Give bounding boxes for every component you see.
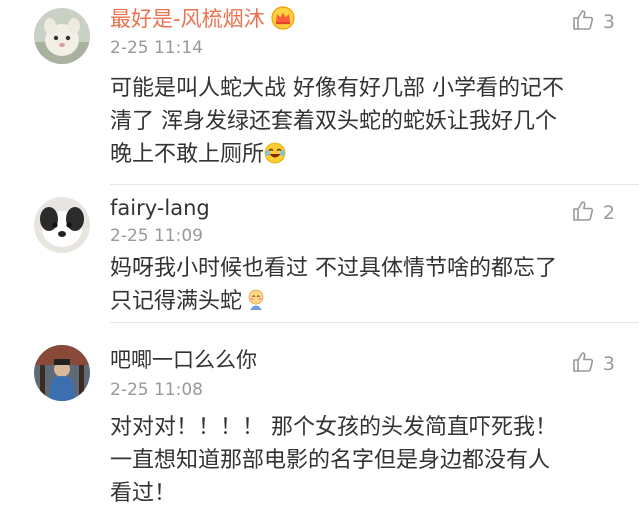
username[interactable]: fairy-lang	[110, 193, 210, 223]
username[interactable]: 吧唧一口么么你	[110, 345, 257, 375]
comment-line: 对对对！！！！ 那个女孩的头发简直吓死我！	[110, 415, 557, 440]
avatar[interactable]	[34, 345, 90, 401]
username-text[interactable]: 吧唧一口么么你	[110, 348, 257, 372]
thumbs-up-icon	[571, 350, 595, 378]
comment-line-text: 只记得满头蛇	[110, 289, 243, 314]
avatar[interactable]	[34, 8, 90, 64]
comment-line: 看过！	[110, 481, 177, 506]
comment-time: 2-25 11:08	[110, 380, 203, 400]
comment-text: 可能是叫人蛇大战 好像有好几部 小学看的记不 清了 浑身发绿还套着双头蛇的蛇妖让…	[110, 72, 620, 174]
comment-item: 最好是-风梳烟沐 2-25 11:14 3 可能是叫人蛇大战 好像有好几部 小学…	[0, 0, 639, 184]
comment-item: fairy-lang 2-25 11:09 2 妈呀我小时候也看过 不过具体情节…	[0, 185, 639, 322]
shy-emoji	[246, 288, 266, 321]
like-button[interactable]: 2	[571, 199, 615, 227]
comment-time: 2-25 11:09	[110, 226, 203, 246]
comment-line-text: 晚上不敢上厕所	[110, 142, 265, 167]
like-count: 2	[602, 202, 615, 224]
username[interactable]: 最好是-风梳烟沐	[110, 4, 295, 38]
like-count: 3	[602, 353, 615, 375]
comment-time: 2-25 11:14	[110, 38, 203, 58]
like-count: 3	[602, 11, 615, 33]
thumbs-up-icon	[571, 199, 595, 227]
comment-text: 对对对！！！！ 那个女孩的头发简直吓死我！ 一直想知道那部电影的名字但是身边都没…	[110, 411, 620, 510]
crown-vip-icon	[270, 6, 295, 38]
thumbs-up-icon	[571, 8, 595, 36]
avatar[interactable]	[34, 197, 90, 253]
comment-line: 妈呀我小时候也看过 不过具体情节啥的都忘了	[110, 256, 557, 281]
comment-item: 吧唧一口么么你 2-25 11:08 3 对对对！！！！ 那个女孩的头发简直吓死…	[0, 323, 639, 521]
comment-line-with-emoji: 晚上不敢上厕所	[110, 138, 620, 174]
like-button[interactable]: 3	[571, 8, 615, 36]
username-text[interactable]: fairy-lang	[110, 196, 210, 220]
like-button[interactable]: 3	[571, 350, 615, 378]
comment-line-with-emoji: 只记得满头蛇	[110, 285, 620, 321]
comment-text: 妈呀我小时候也看过 不过具体情节啥的都忘了 只记得满头蛇	[110, 252, 620, 321]
crying-laughing-emoji	[264, 141, 286, 174]
comment-line: 清了 浑身发绿还套着双头蛇的蛇妖让我好几个	[110, 109, 557, 134]
comment-line: 可能是叫人蛇大战 好像有好几部 小学看的记不	[110, 76, 564, 101]
comment-line: 一直想知道那部电影的名字但是身边都没有人	[110, 448, 551, 473]
username-text[interactable]: 最好是-风梳烟沐	[110, 7, 265, 31]
